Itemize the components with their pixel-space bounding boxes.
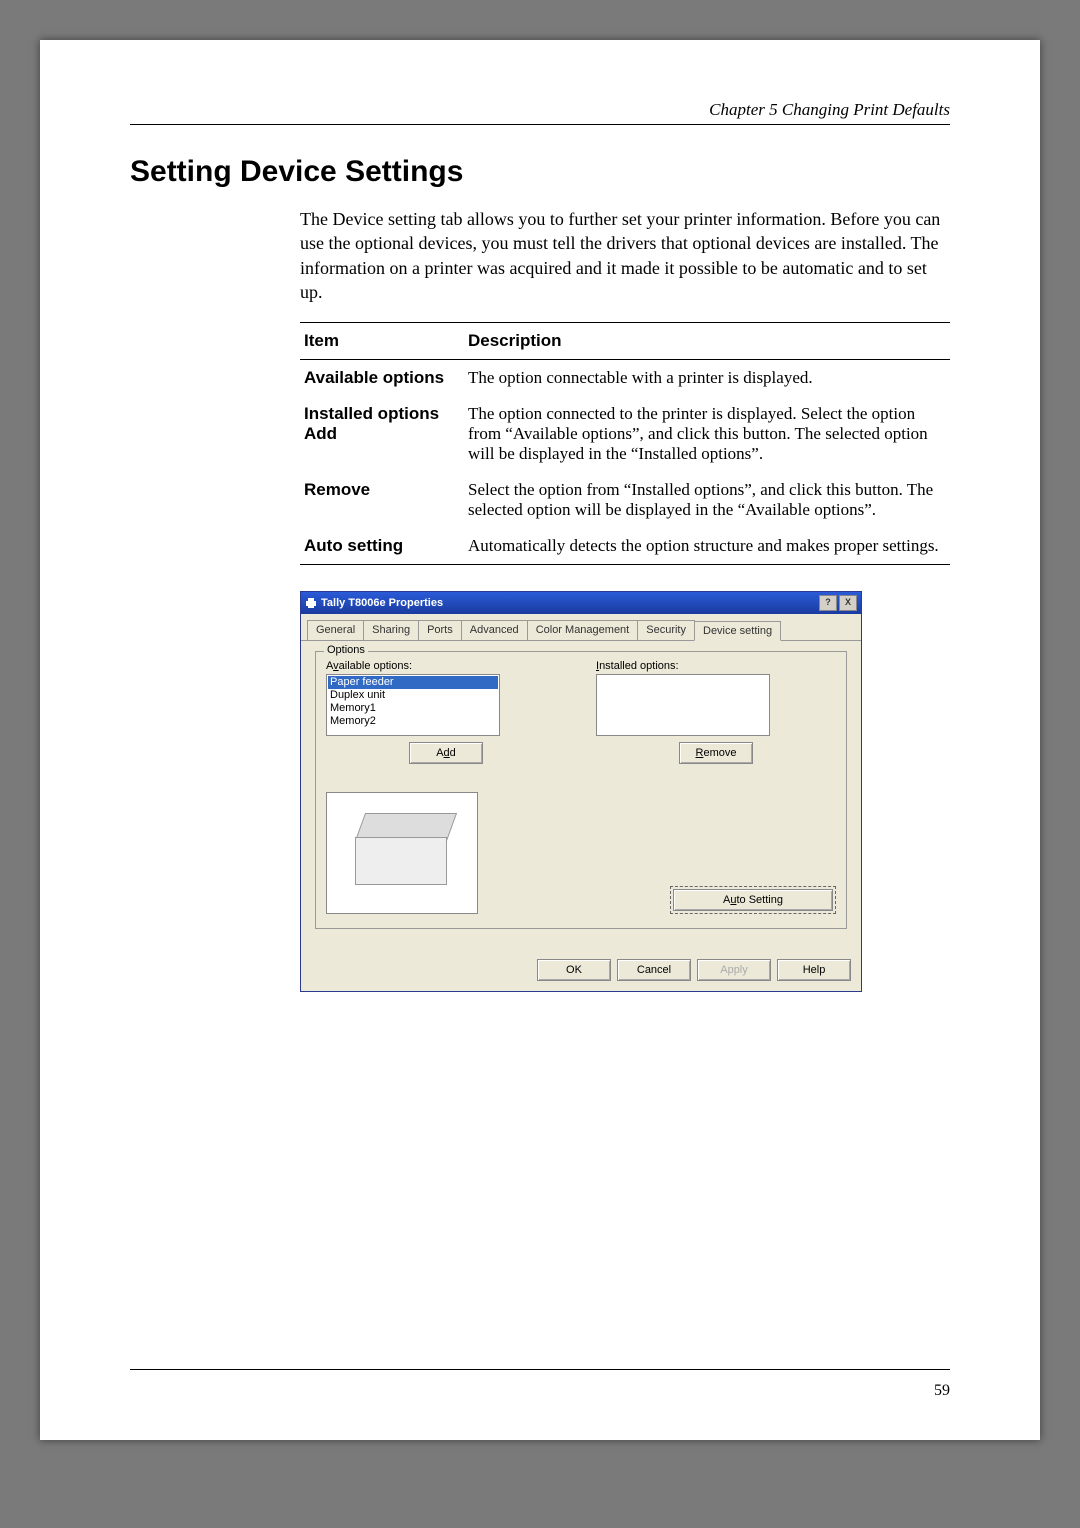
cell-item: Remove [300,472,464,528]
list-item[interactable]: Memory1 [328,702,498,715]
description-table: Item Description Available options The o… [300,322,950,565]
tab-advanced[interactable]: Advanced [461,620,528,640]
installed-options-list[interactable] [596,674,770,736]
auto-setting-focus: Auto Setting [670,886,836,914]
table-row: Remove Select the option from “Installed… [300,472,950,528]
th-desc: Description [464,323,950,360]
cell-item: Auto setting [300,528,464,565]
remove-button[interactable]: Remove [679,742,753,764]
available-options-label: Available options: [326,660,566,672]
help-window-button[interactable]: ? [819,595,837,611]
list-item[interactable]: Paper feeder [328,676,498,689]
table-row: Available options The option connectable… [300,360,950,397]
table-row: Installed options Add The option connect… [300,396,950,472]
footer-divider [130,1369,950,1370]
cell-item: Installed options Add [300,396,464,472]
page-number: 59 [934,1382,950,1400]
add-button[interactable]: Add [409,742,483,764]
dialog-titlebar: Tally T8006e Properties ? X [301,592,861,614]
cell-desc: The option connectable with a printer is… [464,360,950,397]
tab-color-management[interactable]: Color Management [527,620,639,640]
printer-preview [326,792,478,914]
cancel-button[interactable]: Cancel [617,959,691,981]
close-window-button[interactable]: X [839,595,857,611]
auto-setting-button[interactable]: Auto Setting [673,889,833,911]
tab-ports[interactable]: Ports [418,620,462,640]
options-group-label: Options [324,644,368,656]
available-options-list[interactable]: Paper feeder Duplex unit Memory1 Memory2 [326,674,500,736]
section-title: Setting Device Settings [130,155,950,189]
tab-strip: General Sharing Ports Advanced Color Man… [301,614,861,641]
options-group: Options Available options: Paper feeder … [315,651,847,929]
help-button[interactable]: Help [777,959,851,981]
printer-illustration [352,813,452,893]
apply-button[interactable]: Apply [697,959,771,981]
tab-sharing[interactable]: Sharing [363,620,419,640]
th-item: Item [300,323,464,360]
tab-device-setting[interactable]: Device setting [694,621,781,641]
cell-desc: The option connected to the printer is d… [464,396,950,472]
cell-desc: Select the option from “Installed option… [464,472,950,528]
list-item[interactable]: Memory2 [328,715,498,728]
properties-dialog: Tally T8006e Properties ? X General Shar… [300,591,862,992]
header-divider [130,124,950,125]
cell-desc: Automatically detects the option structu… [464,528,950,565]
table-row: Auto setting Automatically detects the o… [300,528,950,565]
printer-icon [305,597,317,609]
dialog-title: Tally T8006e Properties [321,597,443,609]
tab-security[interactable]: Security [637,620,695,640]
chapter-header: Chapter 5 Changing Print Defaults [130,100,950,120]
list-item[interactable]: Duplex unit [328,689,498,702]
ok-button[interactable]: OK [537,959,611,981]
intro-text: The Device setting tab allows you to fur… [300,207,950,304]
cell-item: Available options [300,360,464,397]
tab-general[interactable]: General [307,620,364,640]
installed-options-label: Installed options: [596,660,836,672]
